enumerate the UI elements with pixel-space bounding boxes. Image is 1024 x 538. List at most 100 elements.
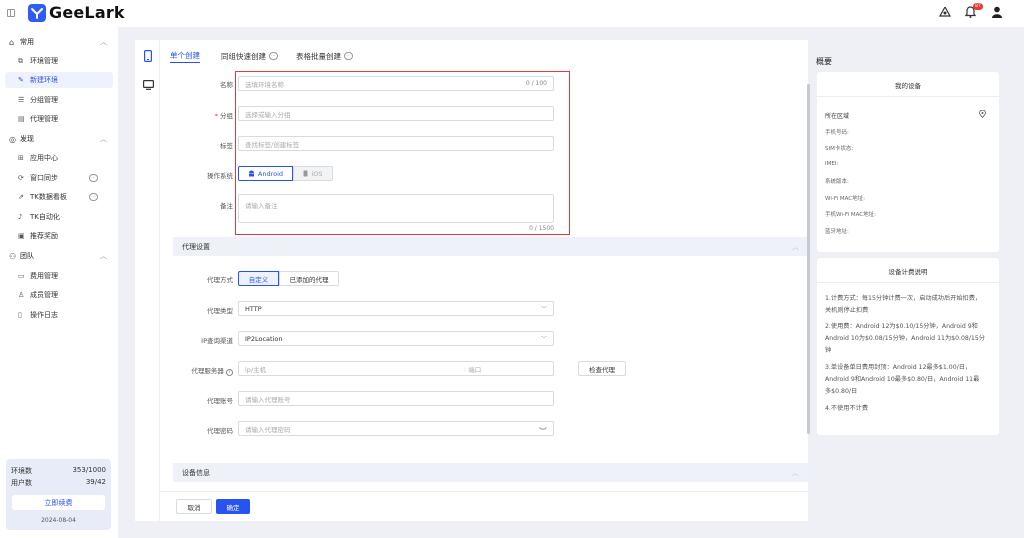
required-mark: * [214, 112, 218, 120]
sidebar-item-label: 环境管理 [30, 57, 58, 65]
sidebar-item-label: 窗口同步 [30, 174, 58, 182]
sidebar-item-env-manage[interactable]: ⧉ 环境管理 [5, 53, 113, 69]
sidebar-item-op-log[interactable]: ▯ 操作日志 [5, 307, 113, 323]
port-separator: : [464, 364, 467, 373]
sidebar-item-new-env[interactable]: ✎ 新建环境 [5, 72, 113, 88]
sidebar-item-tk-automation[interactable]: ♪ TK自动化 [5, 209, 113, 225]
proxy-method-added[interactable]: 已添加的代理 [279, 271, 339, 286]
sidebar-item-label: 应用中心 [30, 154, 58, 162]
proxy-host-input[interactable]: ip/主机 [238, 361, 464, 376]
nav-group-label: 发现 [20, 135, 34, 143]
sidebar-item-members[interactable]: ♙ 成员管理 [5, 287, 113, 303]
apps-icon: ⊞ [18, 154, 24, 162]
rocket-icon[interactable] [939, 7, 951, 18]
desktop-device-tab[interactable] [142, 79, 154, 91]
my-device-title: 我的设备 [895, 82, 921, 90]
top-bar [0, 0, 1024, 27]
ip-channel-label: IP查询渠道 [201, 337, 233, 345]
tab-single-create[interactable]: 单个创建 [170, 50, 200, 63]
server-icon: ▤ [18, 115, 25, 123]
check-proxy-button[interactable]: 检查代理 [578, 361, 626, 376]
sidebar-item-label: 操作日志 [30, 311, 58, 319]
sidebar-item-label: TK数据看板 [30, 193, 67, 201]
device-field-os-version: 系统版本: [825, 179, 849, 185]
members-icon: ♙ [18, 291, 25, 299]
device-field-wifi-mac: Wi-Fi MAC地址: [825, 196, 865, 202]
user-icon[interactable] [992, 6, 1002, 18]
proxy-type-select[interactable]: HTTP ﹀ [238, 301, 554, 316]
location-pin-icon[interactable] [979, 110, 986, 118]
renew-button[interactable]: 立即续费 [12, 495, 105, 510]
sidebar-item-label: 费用管理 [30, 272, 58, 280]
coming-soon-badge: ⋯ [269, 52, 278, 60]
name-label: 名称 [220, 81, 233, 89]
proxy-port-placeholder: 端口 [468, 365, 482, 374]
divider [817, 282, 999, 283]
tab-label: 同组快速创建 [221, 51, 266, 61]
proxy-section-header[interactable]: 代理设置 ︿ [173, 237, 808, 256]
sidebar-item-label: 分组管理 [30, 96, 58, 104]
nav-group-team[interactable]: ⚇ 团队 ︿ [0, 248, 118, 264]
tab-label: 表格批量创建 [296, 51, 341, 61]
overview-title: 概要 [816, 57, 832, 66]
sidebar-item-label: 成员管理 [30, 291, 58, 299]
coming-soon-badge: ⋯ [344, 52, 353, 60]
nav-group-label: 团队 [20, 252, 34, 260]
box-icon: ⧉ [18, 56, 23, 65]
chevron-up-icon: ︿ [100, 38, 107, 46]
team-icon: ⚇ [9, 251, 17, 261]
mobile-device-tab[interactable] [142, 50, 154, 62]
device-field-phone-wifi-mac: 手机Wi-Fi MAC地址: [825, 212, 876, 218]
device-type-tabs [135, 40, 160, 521]
remark-label: 备注 [220, 202, 233, 210]
nav-group-common[interactable]: ⌂ 常用 ︿ [0, 34, 118, 50]
device-field-bluetooth: 蓝牙地址: [825, 229, 849, 235]
group-label-text: 分组 [220, 112, 233, 120]
device-field-imei: IMEI: [825, 161, 839, 167]
nav-group-label: 常用 [20, 38, 34, 46]
sidebar-item-group-manage[interactable]: ☰ 分组管理 [5, 92, 113, 108]
sidebar-toggle-icon[interactable] [7, 9, 15, 17]
notification-badge: 87 [973, 3, 983, 10]
sidebar-item-proxy-manage[interactable]: ▤ 代理管理 [5, 111, 113, 127]
app-logo-text: GeeLark [49, 3, 125, 22]
log-icon: ▯ [18, 311, 22, 319]
eye-closed-icon[interactable] [539, 427, 547, 431]
sidebar-item-label: 代理管理 [30, 115, 58, 123]
proxy-port-input[interactable]: : 端口 [464, 361, 554, 376]
monitor-icon [142, 80, 154, 90]
proxy-password-label: 代理密码 [207, 427, 233, 435]
ip-channel-value: IP2Location [245, 334, 283, 343]
help-icon[interactable]: ? [226, 369, 233, 376]
group-label: * 分组 [163, 110, 233, 120]
tab-group-quick-create[interactable]: 同组快速创建 ⋯ [221, 50, 278, 62]
proxy-password-input[interactable]: 请输入代理密码 [238, 421, 554, 436]
tiktok-icon: ♪ [18, 213, 23, 221]
tags-label: 标签 [220, 142, 233, 150]
sidebar-item-tk-dashboard[interactable]: ⇗ TK数据看板 ⋯ [5, 189, 113, 205]
confirm-button[interactable]: 确定 [216, 499, 250, 514]
chevron-up-icon: ︿ [100, 252, 107, 260]
ip-channel-select[interactable]: IP2Location ﹀ [238, 331, 554, 346]
billing-icon: ▭ [18, 272, 25, 280]
device-field-phone: 手机号码: [825, 130, 849, 136]
proxy-host-placeholder: ip/主机 [245, 365, 267, 374]
sidebar-item-window-sync[interactable]: ⟳ 窗口同步 ⋯ [5, 170, 113, 186]
billing-item: 4.不使用不计费 [825, 405, 869, 412]
proxy-account-label: 代理账号 [207, 397, 233, 405]
sidebar-item-app-center[interactable]: ⊞ 应用中心 [5, 150, 113, 166]
env-count-value: 353/1000 [72, 466, 106, 474]
cancel-button[interactable]: 取消 [176, 499, 212, 514]
plan-card: 环境数 353/1000 用户数 39/42 立即续费 2024-08-04 [6, 459, 111, 530]
proxy-method-custom[interactable]: 自定义 [238, 271, 279, 286]
nav-group-discover[interactable]: ◎ 发现 ︿ [0, 131, 118, 147]
device-section-header[interactable]: 设备信息 ︿ [173, 463, 808, 482]
tab-batch-create[interactable]: 表格批量创建 ⋯ [296, 50, 353, 62]
chevron-up-icon: ︿ [100, 135, 107, 143]
device-field-sim: SIM卡状态: [825, 146, 854, 152]
proxy-server-label-text: 代理服务器 [191, 367, 224, 375]
proxy-account-input[interactable]: 请输入代理账号 [238, 391, 554, 406]
sidebar-item-billing[interactable]: ▭ 费用管理 [5, 268, 113, 284]
sidebar-item-referral[interactable]: ▣ 推荐奖励 [5, 228, 113, 244]
user-count-label: 用户数 [11, 479, 32, 487]
